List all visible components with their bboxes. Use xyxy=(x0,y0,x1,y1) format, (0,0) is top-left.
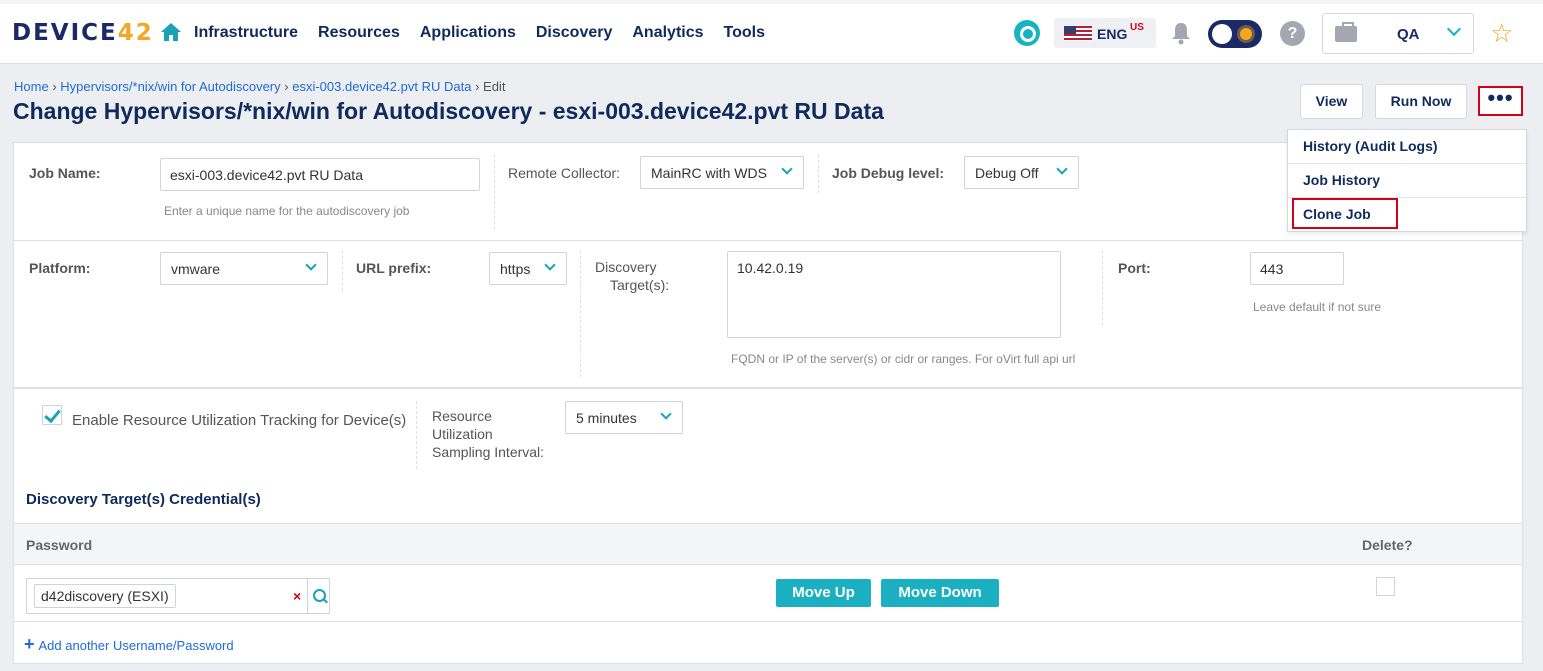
bell-icon[interactable] xyxy=(1170,21,1192,45)
divider xyxy=(416,401,417,469)
url-prefix-select[interactable]: https xyxy=(489,252,567,285)
sampling-interval-select[interactable]: 5 minutes xyxy=(565,401,683,434)
briefcase-icon xyxy=(1335,22,1357,42)
credentials-table-header: Password Delete? xyxy=(13,523,1523,565)
credential-tag: d42discovery (ESXI) xyxy=(34,584,176,608)
chevron-down-icon xyxy=(544,259,556,271)
port-input[interactable]: 443 xyxy=(1250,252,1344,285)
nav-tools[interactable]: Tools xyxy=(724,24,765,42)
port-hint: Leave default if not sure xyxy=(1253,300,1382,314)
resource-utilization-panel: Enable Resource Utilization Tracking for… xyxy=(13,388,1523,483)
sun-icon xyxy=(1240,28,1252,40)
divider xyxy=(818,155,819,193)
divider xyxy=(580,251,581,377)
logo-text: DEVICE xyxy=(12,20,118,46)
platform-value: vmware xyxy=(171,261,221,277)
port-label: Port: xyxy=(1118,260,1151,276)
language-code: ENG xyxy=(1097,26,1128,42)
add-credential-row: + Add another Username/Password xyxy=(13,622,1523,664)
divider xyxy=(494,155,495,229)
move-up-button[interactable]: Move Up xyxy=(776,579,871,607)
divider xyxy=(342,251,343,291)
menu-item-job-history[interactable]: Job History xyxy=(1288,164,1526,198)
clear-icon[interactable]: × xyxy=(293,588,301,604)
breadcrumb-separator: › xyxy=(475,79,480,94)
remote-collector-label: Remote Collector: xyxy=(508,165,621,181)
job-name-input[interactable]: esxi-003.device42.pvt RU Data xyxy=(160,158,480,191)
platform-label: Platform: xyxy=(29,260,91,276)
chevron-down-icon xyxy=(1446,21,1462,37)
page-title: Change Hypervisors/*nix/win for Autodisc… xyxy=(13,98,884,124)
menu-item-history-audit-logs[interactable]: History (Audit Logs) xyxy=(1288,130,1526,164)
view-button[interactable]: View xyxy=(1300,84,1363,119)
discovery-targets-label-line2: Target(s): xyxy=(610,277,670,293)
url-prefix-label: URL prefix: xyxy=(356,260,432,276)
column-delete: Delete? xyxy=(1362,537,1413,553)
job-name-hint: Enter a unique name for the autodiscover… xyxy=(164,204,410,218)
breadcrumb-section[interactable]: Hypervisors/*nix/win for Autodiscovery xyxy=(60,79,280,94)
divider xyxy=(1102,251,1103,325)
breadcrumb-separator: › xyxy=(284,79,289,94)
remote-collector-value: MainRC with WDS xyxy=(651,165,767,181)
remote-collector-select[interactable]: MainRC with WDS xyxy=(640,156,804,189)
sampling-interval-label-line1: Resource xyxy=(432,408,492,424)
language-region: US xyxy=(1130,22,1144,33)
sampling-interval-label-line3: Sampling Interval: xyxy=(432,444,545,460)
delete-checkbox[interactable] xyxy=(1376,577,1395,596)
chevron-down-icon xyxy=(781,163,793,175)
search-icon[interactable] xyxy=(307,579,329,613)
add-credential-link[interactable]: + Add another Username/Password xyxy=(24,634,234,655)
top-navigation-bar: DEVICE42 Infrastructure Resources Applic… xyxy=(0,0,1543,64)
run-now-button[interactable]: Run Now xyxy=(1375,84,1467,119)
url-prefix-value: https xyxy=(500,261,531,277)
job-name-label: Job Name: xyxy=(29,165,101,181)
platform-panel: Platform: vmware URL prefix: https Disco… xyxy=(13,241,1523,388)
nav-resources[interactable]: Resources xyxy=(318,24,400,42)
plus-icon: + xyxy=(24,634,35,654)
theme-toggle[interactable] xyxy=(1208,20,1262,48)
logo-number: 42 xyxy=(117,20,154,46)
sampling-interval-value: 5 minutes xyxy=(576,410,637,426)
platform-select[interactable]: vmware xyxy=(160,252,328,285)
enable-resource-utilization-label: Enable Resource Utilization Tracking for… xyxy=(72,412,407,429)
breadcrumb-current: Edit xyxy=(483,79,506,94)
favorite-star-icon[interactable]: ☆ xyxy=(1490,18,1513,48)
clone-job-highlight xyxy=(1292,198,1398,229)
help-icon[interactable]: ? xyxy=(1280,21,1305,46)
discovery-targets-textarea[interactable]: 10.42.0.19 xyxy=(727,251,1061,338)
job-debug-label: Job Debug level: xyxy=(832,165,945,181)
nav-applications[interactable]: Applications xyxy=(420,24,516,42)
discovery-targets-label-line1: Discovery xyxy=(595,259,657,275)
add-credential-label: Add another Username/Password xyxy=(38,638,234,653)
chevron-down-icon xyxy=(660,408,672,420)
job-debug-value: Debug Off xyxy=(975,165,1039,181)
job-debug-select[interactable]: Debug Off xyxy=(964,156,1079,189)
enable-resource-utilization-checkbox[interactable] xyxy=(42,405,62,425)
global-search-icon[interactable] xyxy=(1014,20,1040,46)
breadcrumb-separator: › xyxy=(52,79,57,94)
column-password: Password xyxy=(26,537,93,553)
more-actions-button[interactable]: ••• xyxy=(1478,86,1523,116)
table-row: d42discovery (ESXI) × Move Up Move Down xyxy=(13,565,1523,622)
nav-infrastructure[interactable]: Infrastructure xyxy=(194,24,298,42)
us-flag-icon xyxy=(1064,26,1092,41)
breadcrumb: Home › Hypervisors/*nix/win for Autodisc… xyxy=(14,79,505,94)
nav-analytics[interactable]: Analytics xyxy=(632,24,703,42)
sampling-interval-label-line2: Utilization xyxy=(432,426,493,442)
device42-logo[interactable]: DEVICE42 xyxy=(12,20,154,46)
discovery-targets-hint: FQDN or IP of the server(s) or cidr or r… xyxy=(731,352,1076,366)
nav-discovery[interactable]: Discovery xyxy=(536,24,613,42)
breadcrumb-home[interactable]: Home xyxy=(14,79,49,94)
chevron-down-icon xyxy=(1056,163,1068,175)
credentials-section-title: Discovery Target(s) Credential(s) xyxy=(26,491,261,508)
breadcrumb-item[interactable]: esxi-003.device42.pvt RU Data xyxy=(292,79,471,94)
home-icon[interactable] xyxy=(160,22,182,42)
tenant-selector[interactable]: QA xyxy=(1322,13,1474,54)
password-credential-field[interactable]: d42discovery (ESXI) × xyxy=(26,578,330,614)
tenant-label: QA xyxy=(1397,26,1420,43)
main-nav: Infrastructure Resources Applications Di… xyxy=(194,24,765,42)
language-selector[interactable]: ENG US xyxy=(1054,18,1156,48)
move-down-button[interactable]: Move Down xyxy=(881,579,999,607)
chevron-down-icon xyxy=(305,259,317,271)
